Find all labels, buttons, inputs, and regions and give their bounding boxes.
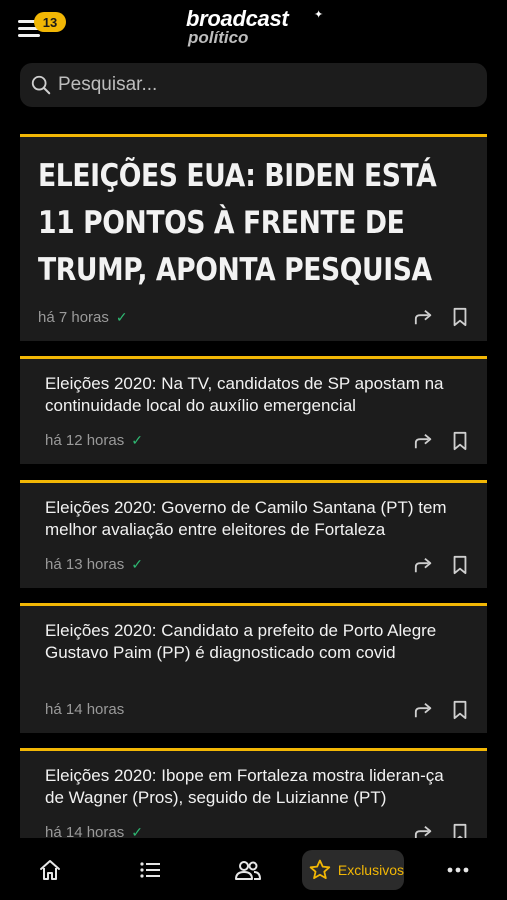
nav-people[interactable] [234,856,262,884]
nav-exclusivos[interactable]: Exclusivos [302,850,404,890]
article-meta: há 14 horas [45,701,124,718]
app-logo: broadcast ✦ político [186,6,326,48]
share-icon[interactable] [413,431,435,451]
app-header: 13 broadcast ✦ político [0,0,507,56]
article-time: há 14 horas [45,701,125,718]
search-icon [31,75,51,95]
read-check-icon: ✓ [131,556,143,572]
share-icon[interactable] [413,823,435,838]
article-card[interactable]: Eleições 2020: Ibope em Fortaleza mostra… [20,748,487,838]
read-check-icon: ✓ [115,309,128,325]
article-card[interactable]: Eleições 2020: Na TV, candidatos de SP a… [20,356,487,464]
bookmark-icon[interactable] [451,307,469,327]
star-icon [309,859,331,880]
read-check-icon: ✓ [131,432,143,448]
bookmark-icon[interactable] [451,823,469,838]
bookmark-icon[interactable] [451,555,469,575]
article-meta: há 13 horas ✓ [45,556,143,573]
headline-meta: há 7 horas ✓ [38,309,128,326]
list-icon [140,862,160,878]
share-icon[interactable] [413,700,435,720]
article-card[interactable]: Eleições 2020: Candidato a prefeito de P… [20,603,487,733]
logo-spark-icon: ✦ [314,9,324,21]
nav-list[interactable] [136,856,164,884]
nav-more[interactable] [444,856,472,884]
share-icon[interactable] [413,307,435,327]
search-bar[interactable] [20,63,487,107]
bottom-nav: Exclusivos [0,838,507,900]
users-icon [235,861,261,880]
article-card[interactable]: Eleições 2020: Governo de Camilo Santana… [20,480,487,588]
article-meta: há 12 horas ✓ [45,432,143,449]
article-title[interactable]: Eleições 2020: Ibope em Fortaleza mostra… [45,765,467,809]
nav-exclusivos-label: Exclusivos [337,862,404,878]
read-check-icon: ✓ [131,824,143,838]
share-icon[interactable] [413,555,435,575]
notification-badge[interactable]: 13 [34,12,66,32]
bookmark-icon[interactable] [451,700,469,720]
headline-card[interactable]: ELEIÇÕES EUA: BIDEN ESTÁ 11 PONTOS À FRE… [20,134,487,341]
article-meta: há 14 horas ✓ [45,824,143,838]
article-time: há 13 horas [45,556,125,573]
home-icon [40,860,60,880]
search-input[interactable] [58,74,458,96]
nav-home[interactable] [36,856,64,884]
article-title[interactable]: Eleições 2020: Governo de Camilo Santana… [45,497,467,541]
logo-sub: político [188,28,249,47]
article-time: há 14 horas [45,824,125,838]
headline-title[interactable]: ELEIÇÕES EUA: BIDEN ESTÁ 11 PONTOS À FRE… [38,153,468,294]
bookmark-icon[interactable] [451,431,469,451]
article-title[interactable]: Eleições 2020: Na TV, candidatos de SP a… [45,373,467,417]
headline-time: há 7 horas [38,309,109,326]
article-time: há 12 horas [45,432,125,449]
more-icon [447,867,469,873]
article-title[interactable]: Eleições 2020: Candidato a prefeito de P… [45,620,467,664]
